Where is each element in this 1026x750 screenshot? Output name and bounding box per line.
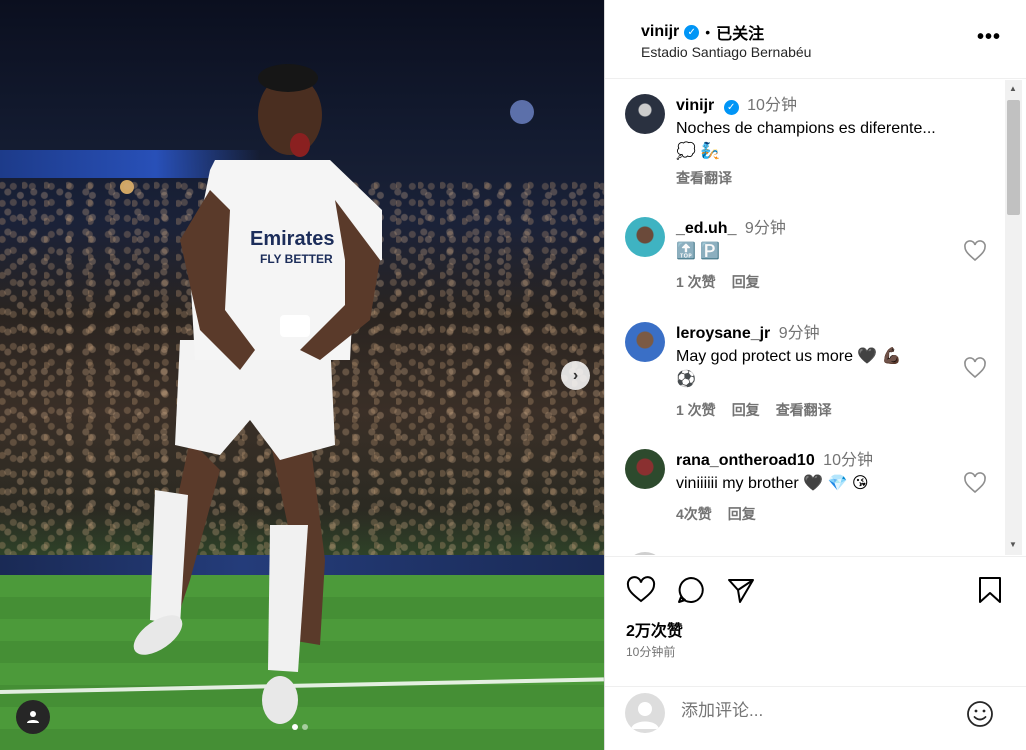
like-heart-icon[interactable] <box>626 575 656 605</box>
caption-emoji: 💭 🧞 <box>676 143 721 160</box>
comment-body: _ed.uh_ 9分钟 🔝 🅿️ 1 次赞 回复 <box>676 217 966 294</box>
comment-likes[interactable]: 4次赞 <box>676 503 712 526</box>
reply-button[interactable]: 回复 <box>732 271 760 294</box>
reply-button[interactable]: 回复 <box>728 503 756 526</box>
user-icon <box>27 711 39 723</box>
current-user-avatar <box>625 693 665 733</box>
avatar[interactable] <box>625 217 665 257</box>
comments-list: vinijr ✓ 10分钟 Noches de champions es dif… <box>605 80 1005 555</box>
caption-text: Noches de champions es diferente... <box>676 120 936 137</box>
save-bookmark-icon[interactable] <box>975 575 1005 605</box>
caption-time: 10分钟 <box>747 97 797 114</box>
avatar[interactable] <box>625 552 665 555</box>
share-send-icon[interactable] <box>726 575 756 605</box>
comment-body: rana_ontheroad10 10分钟 viniiiiii my broth… <box>676 449 966 526</box>
comment-meta: 1 次赞 回复 查看翻译 <box>676 399 966 422</box>
post-actions: 2万次赞 10分钟前 <box>605 556 1026 686</box>
carousel-dot <box>302 724 308 730</box>
comment-text: viniiiiii my brother 🖤 💎 😘 <box>676 475 869 492</box>
translate-link[interactable]: 查看翻译 <box>776 399 832 422</box>
comment-text: May god protect us more 🖤 💪🏿 <box>676 348 902 365</box>
like-comment-heart-icon[interactable] <box>963 239 987 263</box>
verified-badge-icon: ✓ <box>684 24 700 40</box>
more-options-button[interactable]: ••• <box>977 26 1001 49</box>
tagged-users-button[interactable] <box>16 700 50 734</box>
comment-username[interactable]: rana_ontheroad10 <box>676 452 815 469</box>
comment-username[interactable]: leroysane_jr <box>676 325 770 342</box>
comment-likes[interactable]: 1 次赞 <box>676 271 716 294</box>
carousel-next-button[interactable]: › <box>561 361 590 390</box>
scroll-down-arrow-icon[interactable]: ▼ <box>1009 540 1017 549</box>
comment-bubble-icon[interactable] <box>676 575 706 605</box>
comment-time: 9分钟 <box>778 325 820 342</box>
default-avatar-icon <box>631 702 659 729</box>
reply-button[interactable]: 回复 <box>732 399 760 422</box>
translate-link[interactable]: 查看翻译 <box>676 167 732 190</box>
stadium-light <box>510 100 534 124</box>
avatar[interactable] <box>625 449 665 489</box>
player-figure: Emirates FLY BETTER <box>133 64 382 724</box>
add-comment-bar <box>605 686 1026 750</box>
comment-time: 9分钟 <box>744 220 786 237</box>
caption-meta: 查看翻译 <box>676 167 966 190</box>
comment-text: 🔝 🅿️ <box>676 243 721 260</box>
post-author: vinijr ✓ • 已关注 <box>641 20 764 44</box>
caption-username[interactable]: vinijr <box>676 97 714 114</box>
comments-scrollbar[interactable]: ▲ ▼ <box>1005 80 1022 555</box>
avatar[interactable] <box>625 322 665 362</box>
caption-body: vinijr ✓ 10分钟 Noches de champions es dif… <box>676 94 966 190</box>
scroll-thumb[interactable] <box>1007 100 1020 215</box>
comment-time: 10分钟 <box>823 452 873 469</box>
author-username[interactable]: vinijr <box>641 23 679 41</box>
scroll-up-arrow-icon[interactable]: ▲ <box>1009 84 1017 93</box>
comment-meta: 1 次赞 回复 <box>676 271 966 294</box>
svg-text:Emirates: Emirates <box>250 228 335 250</box>
post-photo: Emirates FLY BETTER › <box>0 0 604 750</box>
comment-meta: 4次赞 回复 <box>676 503 966 526</box>
separator: • <box>705 24 711 40</box>
comment-text-line2: ⚽ <box>676 371 696 388</box>
like-comment-heart-icon[interactable] <box>963 356 987 380</box>
post-detail-panel: vinijr ✓ • 已关注 Estadio Santiago Bernabéu… <box>604 0 1026 750</box>
likes-count[interactable]: 2万次赞 <box>626 617 683 641</box>
comment-body: leroysane_jr 9分钟 May god protect us more… <box>676 322 966 422</box>
follow-status-button[interactable]: 已关注 <box>716 20 764 44</box>
comment-input[interactable] <box>681 701 921 721</box>
comment-username[interactable]: _ed.uh_ <box>676 220 736 237</box>
svg-text:FLY BETTER: FLY BETTER <box>260 252 333 266</box>
emoji-icon[interactable] <box>965 699 995 729</box>
post-header: vinijr ✓ • 已关注 Estadio Santiago Bernabéu… <box>605 0 1026 79</box>
posted-time: 10分钟前 <box>626 645 676 659</box>
verified-badge-icon: ✓ <box>723 100 739 115</box>
like-comment-heart-icon[interactable] <box>963 471 987 495</box>
carousel-indicator <box>292 724 308 730</box>
carousel-dot-active <box>292 724 298 730</box>
post-location[interactable]: Estadio Santiago Bernabéu <box>641 44 811 60</box>
comment-likes[interactable]: 1 次赞 <box>676 399 716 422</box>
avatar[interactable] <box>625 94 665 134</box>
